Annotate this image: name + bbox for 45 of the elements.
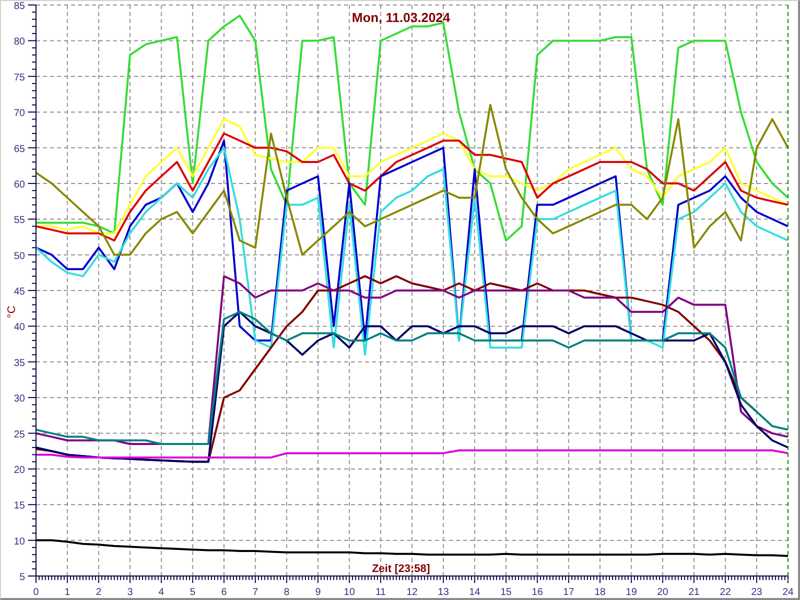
y-tick-label: 10 <box>14 536 25 548</box>
x-tick-label: 1 <box>64 587 70 598</box>
x-tick-label: 10 <box>344 587 355 598</box>
x-tick-label: 17 <box>563 587 574 598</box>
y-tick-label: 70 <box>14 108 25 120</box>
x-tick-label: 16 <box>532 587 543 598</box>
chart-title: Mon, 11.03.2024 <box>352 10 450 25</box>
x-tick-label: 5 <box>190 587 196 598</box>
y-tick-label: 45 <box>14 286 25 298</box>
y-tick-label: 40 <box>14 322 25 334</box>
y-tick-label: 15 <box>14 500 25 512</box>
x-tick-label: 9 <box>315 587 321 598</box>
x-tick-label: 15 <box>500 587 512 598</box>
x-tick-label: 22 <box>720 587 731 598</box>
y-tick-label: 75 <box>14 72 25 84</box>
y-tick-label: 60 <box>14 179 25 190</box>
x-tick-label: 23 <box>751 587 762 598</box>
y-tick-label: 35 <box>14 358 25 369</box>
x-tick-label: 11 <box>375 587 386 598</box>
x-tick-label: 14 <box>469 587 480 598</box>
y-tick-label: 55 <box>14 215 25 226</box>
x-tick-label: 3 <box>127 587 133 598</box>
x-tick-label: 20 <box>657 587 668 598</box>
y-tick-label: 65 <box>14 144 25 155</box>
x-tick-label: 13 <box>438 587 449 598</box>
x-tick-label: 2 <box>96 587 102 598</box>
x-tick-label: 18 <box>594 587 606 598</box>
y-tick-label: 85 <box>14 1 25 12</box>
y-tick-label: 50 <box>14 250 25 262</box>
x-tick-label: 21 <box>688 587 700 598</box>
y-tick-label: 25 <box>14 429 25 440</box>
x-tick-label: 8 <box>284 587 290 598</box>
x-tick-label: 4 <box>158 587 164 598</box>
y-axis-label: °C <box>6 306 18 318</box>
y-tick-label: 20 <box>14 464 25 476</box>
y-tick-label: 5 <box>19 572 25 583</box>
x-tick-label: 12 <box>406 587 418 598</box>
y-tick-label: 80 <box>14 36 25 48</box>
x-tick-label: 24 <box>782 587 794 598</box>
x-tick-label: 0 <box>33 587 39 598</box>
y-tick-label: 30 <box>14 394 25 405</box>
x-axis-label: Zeit [23:58] <box>372 563 430 575</box>
x-tick-label: 19 <box>626 587 637 598</box>
x-tick-label: 6 <box>221 587 227 598</box>
x-tick-label: 7 <box>252 587 258 598</box>
